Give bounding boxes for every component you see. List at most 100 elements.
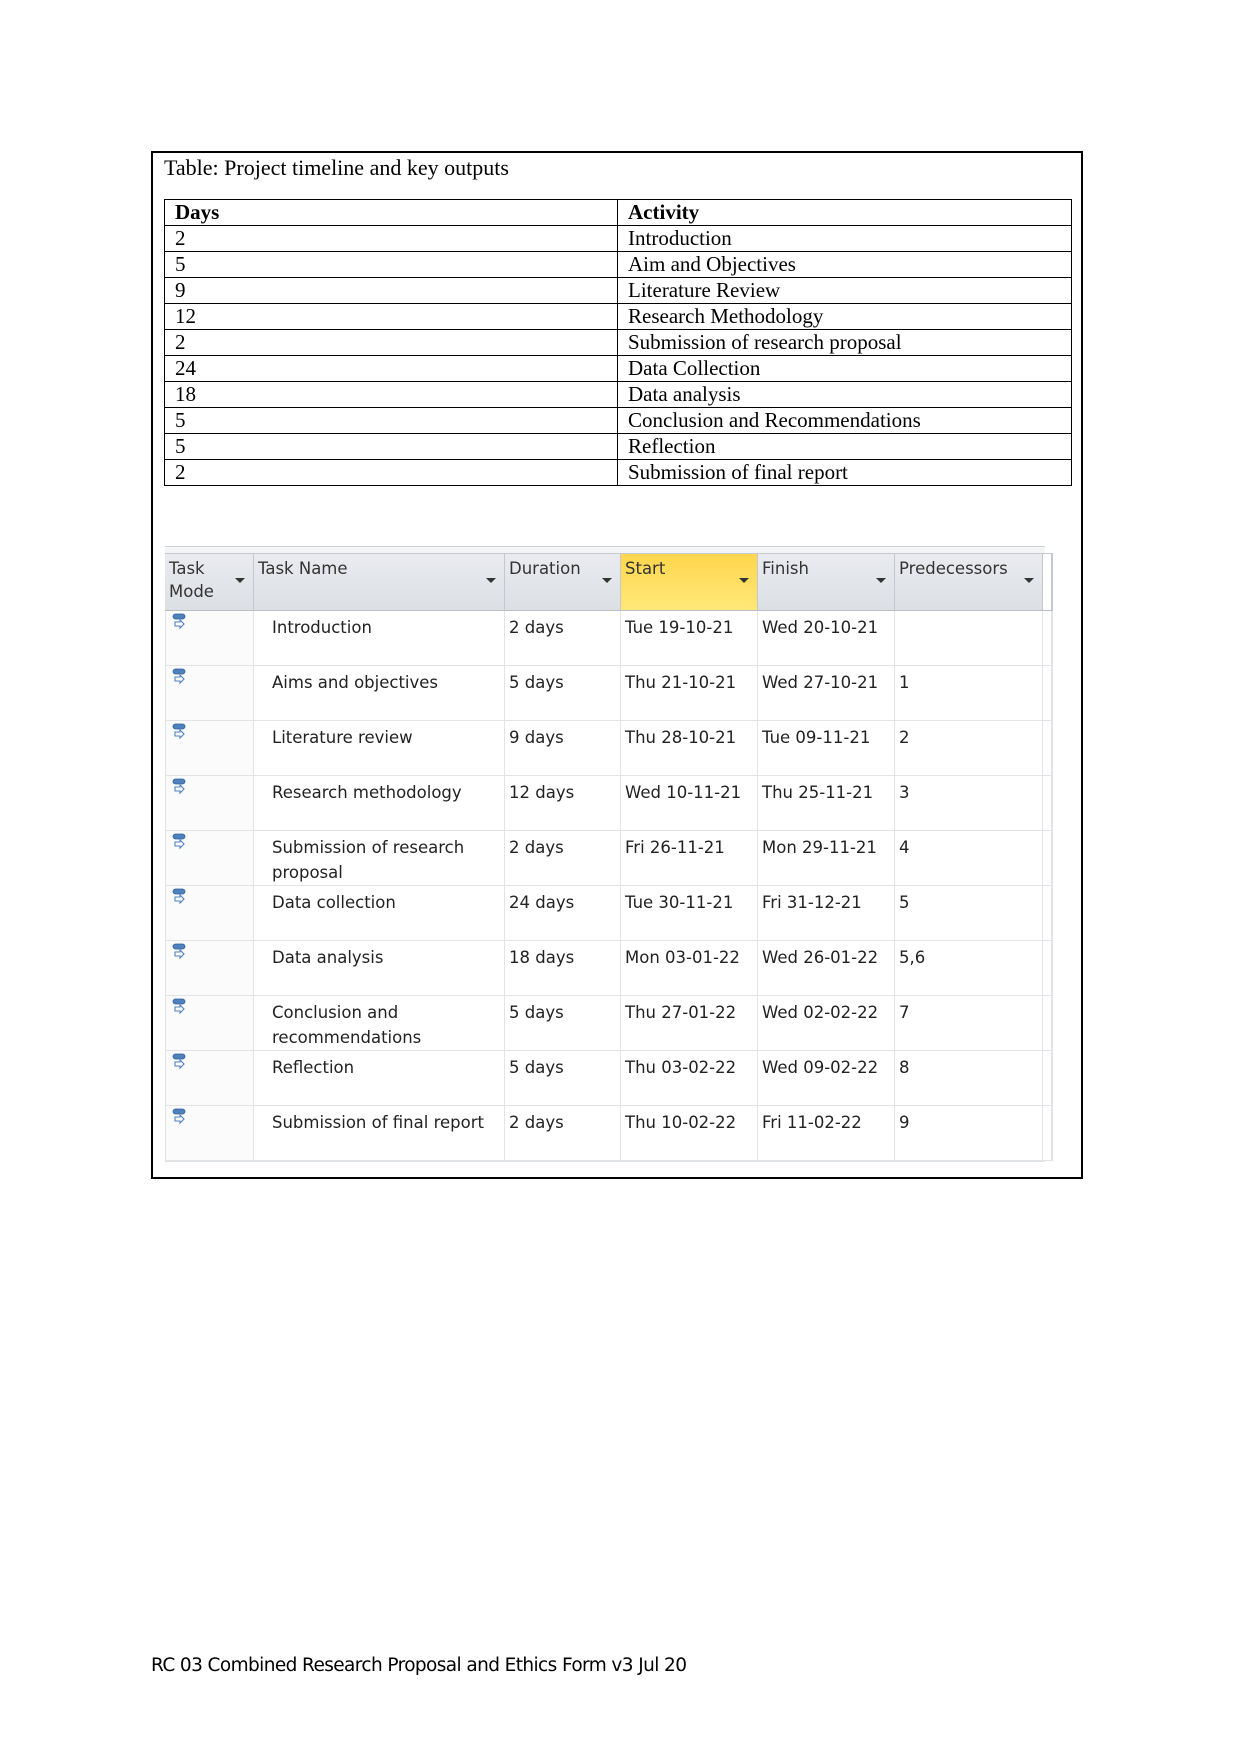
start-cell[interactable]: Mon 03-01-22 xyxy=(621,941,758,996)
duration-cell[interactable]: 2 days xyxy=(505,611,621,666)
task-mode-cell[interactable] xyxy=(165,1106,254,1161)
task-mode-cell[interactable] xyxy=(165,831,254,886)
task-name-cell[interactable]: Literature review xyxy=(254,721,505,776)
predecessors-cell[interactable]: 3 xyxy=(895,776,1043,831)
start-cell[interactable]: Wed 10-11-21 xyxy=(621,776,758,831)
duration-cell[interactable]: 2 days xyxy=(505,831,621,886)
column-label: Finish xyxy=(762,559,809,578)
column-label: Start xyxy=(625,559,666,578)
activity-header: Activity xyxy=(617,199,1072,226)
start-cell[interactable]: Fri 26-11-21 xyxy=(621,831,758,886)
finish-cell[interactable]: Mon 29-11-21 xyxy=(758,831,895,886)
days-cell: 24 xyxy=(164,355,618,382)
duration-cell[interactable]: 9 days xyxy=(505,721,621,776)
days-cell: 5 xyxy=(164,433,618,460)
activity-cell: Research Methodology xyxy=(617,303,1072,330)
task-name-cell[interactable]: Research methodology xyxy=(254,776,505,831)
task-mode-cell[interactable] xyxy=(165,996,254,1051)
days-cell: 2 xyxy=(164,459,618,486)
auto-scheduled-task-icon xyxy=(172,1053,188,1071)
dropdown-arrow-icon[interactable] xyxy=(602,578,612,583)
predecessors-cell[interactable]: 8 xyxy=(895,1051,1043,1106)
finish-cell[interactable]: Fri 11-02-22 xyxy=(758,1106,895,1161)
start-cell[interactable]: Tue 19-10-21 xyxy=(621,611,758,666)
task-mode-cell[interactable] xyxy=(165,941,254,996)
grid-bottom-border xyxy=(165,1161,1045,1170)
finish-cell[interactable]: Wed 20-10-21 xyxy=(758,611,895,666)
finish-cell[interactable]: Wed 09-02-22 xyxy=(758,1051,895,1106)
predecessors-cell[interactable]: 7 xyxy=(895,996,1043,1051)
activity-cell: Data analysis xyxy=(617,381,1072,408)
start-cell[interactable]: Thu 03-02-22 xyxy=(621,1051,758,1106)
row-edge xyxy=(1043,1106,1053,1161)
task-mode-cell[interactable] xyxy=(165,1051,254,1106)
task-name-cell[interactable]: Introduction xyxy=(254,611,505,666)
dropdown-arrow-icon[interactable] xyxy=(486,578,496,583)
column-header-task-mode[interactable]: Task Mode xyxy=(165,553,254,611)
task-name-cell[interactable]: Submission of final report xyxy=(254,1106,505,1161)
task-mode-cell[interactable] xyxy=(165,886,254,941)
auto-scheduled-task-icon xyxy=(172,668,188,686)
task-name-cell[interactable]: Submission of research proposal xyxy=(254,831,505,886)
finish-cell[interactable]: Wed 27-10-21 xyxy=(758,666,895,721)
start-cell[interactable]: Tue 30-11-21 xyxy=(621,886,758,941)
column-header-duration[interactable]: Duration xyxy=(505,553,621,611)
auto-scheduled-task-icon xyxy=(172,613,188,631)
timeline-row: 2 Submission of research proposal xyxy=(164,329,1072,356)
timeline-row: 2 Introduction xyxy=(164,225,1072,252)
start-cell[interactable]: Thu 10-02-22 xyxy=(621,1106,758,1161)
task-mode-cell[interactable] xyxy=(165,666,254,721)
column-header-predecessors[interactable]: Predecessors xyxy=(895,553,1043,611)
days-cell: 5 xyxy=(164,407,618,434)
duration-cell[interactable]: 18 days xyxy=(505,941,621,996)
dropdown-arrow-icon[interactable] xyxy=(1024,578,1034,583)
row-edge xyxy=(1043,666,1053,721)
finish-cell[interactable]: Tue 09-11-21 xyxy=(758,721,895,776)
timeline-table: Days Activity 2 Introduction 5 Aim and Obje… xyxy=(164,199,1072,486)
duration-cell[interactable]: 2 days xyxy=(505,1106,621,1161)
column-label: Duration xyxy=(509,559,581,578)
task-name-cell[interactable]: Data analysis xyxy=(254,941,505,996)
finish-cell[interactable]: Thu 25-11-21 xyxy=(758,776,895,831)
days-cell: 12 xyxy=(164,303,618,330)
dropdown-arrow-icon[interactable] xyxy=(876,578,886,583)
start-cell[interactable]: Thu 27-01-22 xyxy=(621,996,758,1051)
timeline-row: 5 Conclusion and Recommendations xyxy=(164,407,1072,434)
predecessors-cell[interactable]: 1 xyxy=(895,666,1043,721)
column-label: Task Mode xyxy=(169,559,214,601)
task-mode-cell[interactable] xyxy=(165,611,254,666)
task-name-cell[interactable]: Reflection xyxy=(254,1051,505,1106)
column-label: Predecessors xyxy=(899,559,1008,578)
finish-cell[interactable]: Wed 26-01-22 xyxy=(758,941,895,996)
dropdown-arrow-icon[interactable] xyxy=(739,578,749,583)
finish-cell[interactable]: Fri 31-12-21 xyxy=(758,886,895,941)
task-mode-cell[interactable] xyxy=(165,776,254,831)
predecessors-cell[interactable]: 5,6 xyxy=(895,941,1043,996)
predecessors-cell[interactable]: 9 xyxy=(895,1106,1043,1161)
duration-cell[interactable]: 12 days xyxy=(505,776,621,831)
task-name-cell[interactable]: Conclusion and recommendations xyxy=(254,996,505,1051)
task-name-cell[interactable]: Data collection xyxy=(254,886,505,941)
predecessors-cell[interactable]: 5 xyxy=(895,886,1043,941)
column-header-truncated xyxy=(1043,553,1053,611)
start-cell[interactable]: Thu 21-10-21 xyxy=(621,666,758,721)
task-name-cell[interactable]: Aims and objectives xyxy=(254,666,505,721)
predecessors-cell[interactable]: 2 xyxy=(895,721,1043,776)
task-mode-cell[interactable] xyxy=(165,721,254,776)
column-header-start[interactable]: Start xyxy=(621,553,758,611)
finish-cell[interactable]: Wed 02-02-22 xyxy=(758,996,895,1051)
duration-cell[interactable]: 24 days xyxy=(505,886,621,941)
row-edge xyxy=(1043,721,1053,776)
activity-cell: Reflection xyxy=(617,433,1072,460)
duration-cell[interactable]: 5 days xyxy=(505,1051,621,1106)
column-header-task-name[interactable]: Task Name xyxy=(254,553,505,611)
column-header-finish[interactable]: Finish xyxy=(758,553,895,611)
dropdown-arrow-icon[interactable] xyxy=(235,578,245,583)
row-edge xyxy=(1043,776,1053,831)
predecessors-cell[interactable]: 4 xyxy=(895,831,1043,886)
predecessors-cell[interactable] xyxy=(895,611,1043,666)
start-cell[interactable]: Thu 28-10-21 xyxy=(621,721,758,776)
duration-cell[interactable]: 5 days xyxy=(505,996,621,1051)
duration-cell[interactable]: 5 days xyxy=(505,666,621,721)
row-edge xyxy=(1043,996,1053,1051)
